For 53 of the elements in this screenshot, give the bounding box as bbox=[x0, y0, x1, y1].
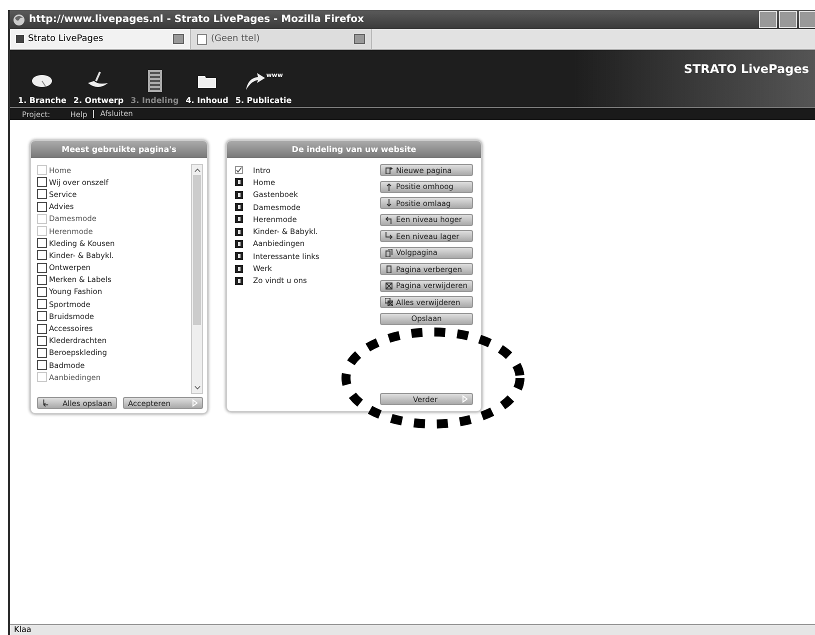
scroll-down-icon[interactable] bbox=[194, 385, 200, 391]
checkbox[interactable] bbox=[37, 324, 47, 334]
checkbox[interactable] bbox=[37, 311, 47, 322]
disc-icon bbox=[31, 74, 54, 88]
copy-page-icon bbox=[385, 248, 393, 256]
step-label: 4. Inhoud bbox=[186, 96, 228, 105]
step-label: 2. Ontwerp bbox=[73, 96, 124, 105]
folder-icon bbox=[198, 74, 216, 88]
step-label: 1. Branche bbox=[18, 96, 66, 105]
checkbox[interactable] bbox=[37, 336, 47, 346]
curved-arrow-icon bbox=[244, 72, 266, 90]
browser-tab[interactable]: Strato LivePages bbox=[10, 29, 191, 49]
delete-all-icon bbox=[385, 298, 393, 306]
return-arrow-icon bbox=[42, 399, 49, 407]
browser-logo-icon bbox=[13, 14, 25, 26]
step-tab[interactable]: 3. Indeling bbox=[130, 66, 179, 105]
level-up-icon bbox=[385, 216, 393, 224]
browser-tab[interactable]: (Geen ttel) bbox=[191, 29, 372, 49]
page-icon bbox=[385, 265, 393, 273]
checkbox[interactable] bbox=[37, 238, 47, 248]
triangle-right-icon bbox=[462, 395, 468, 403]
list-icon bbox=[148, 70, 162, 92]
checkbox[interactable] bbox=[37, 177, 47, 188]
checked-box-icon bbox=[235, 166, 243, 174]
delete-icon bbox=[385, 282, 393, 290]
scrollbar[interactable] bbox=[191, 164, 203, 394]
step-tab[interactable]: 1. Branche bbox=[18, 66, 66, 105]
site-icon bbox=[16, 35, 24, 43]
panel-title: De indeling van uw website bbox=[227, 141, 481, 158]
new-page-icon bbox=[385, 166, 393, 174]
window-title: http://www.livepages.nl - Strato LivePages - Mozilla Firefox bbox=[29, 14, 365, 25]
level-down-icon bbox=[385, 232, 393, 240]
checkbox[interactable] bbox=[37, 274, 47, 285]
checkbox[interactable] bbox=[37, 189, 47, 200]
checkbox[interactable] bbox=[37, 202, 47, 212]
status-text: Klaa bbox=[10, 624, 815, 635]
up-arrow-icon bbox=[385, 182, 393, 190]
page-icon bbox=[197, 34, 207, 44]
checkbox[interactable] bbox=[37, 250, 47, 260]
checkbox[interactable] bbox=[37, 360, 47, 370]
checkbox[interactable] bbox=[37, 262, 47, 273]
panel-title: Meest gebruikte pagina's bbox=[31, 141, 207, 158]
checkbox[interactable] bbox=[37, 299, 47, 310]
scroll-up-icon[interactable] bbox=[194, 167, 200, 173]
step-tab[interactable]: 4. Inhoud bbox=[186, 66, 228, 105]
checkbox[interactable] bbox=[37, 348, 47, 358]
brand-title: STRATO LivePages bbox=[684, 61, 809, 78]
triangle-right-icon bbox=[192, 399, 198, 407]
step-tab[interactable]: 2. Ontwerp bbox=[73, 66, 124, 105]
step-label: 3. Indeling bbox=[130, 96, 179, 105]
checkbox[interactable] bbox=[37, 286, 47, 297]
step-label: 5. Publicatie bbox=[235, 96, 292, 105]
down-arrow-icon bbox=[385, 199, 393, 207]
